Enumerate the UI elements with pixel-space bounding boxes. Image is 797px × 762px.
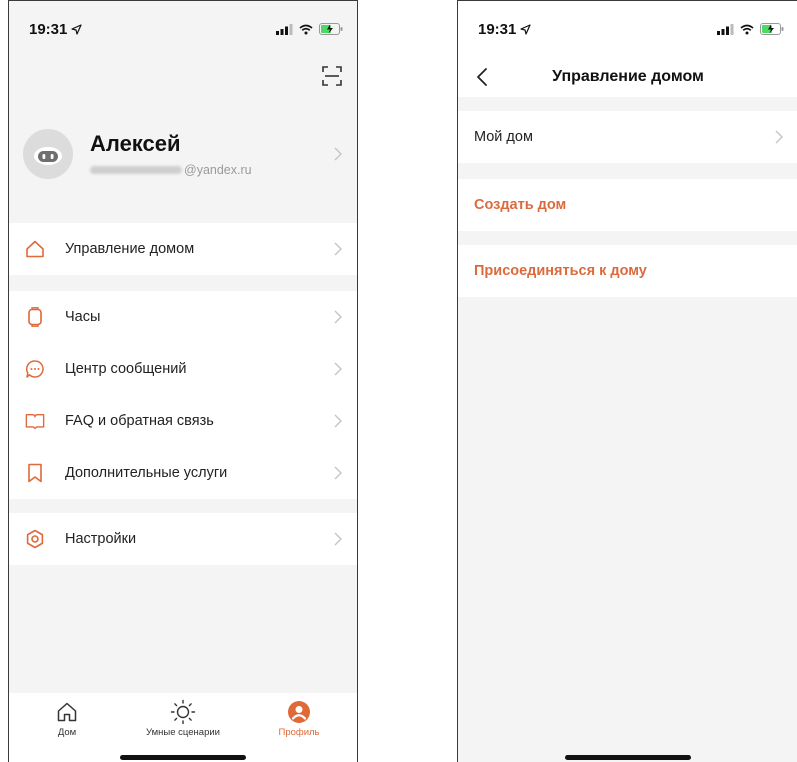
chevron-right-icon (334, 147, 342, 161)
tab-label: Дом (57, 727, 77, 738)
menu-item-watch[interactable]: Часы (9, 291, 357, 343)
menu-item-home-management[interactable]: Управление домом (9, 223, 357, 275)
home-icon (57, 702, 77, 722)
navigation-bar: Управление домом (458, 57, 797, 97)
scan-button[interactable] (321, 65, 343, 87)
profile-screen: 19:31 Алексей @yandex.ru Управление домо… (8, 0, 358, 762)
menu-group-main: Часы Центр сообщений FAQ и обратная связ… (9, 291, 357, 499)
menu-item-faq[interactable]: FAQ и обратная связь (9, 395, 357, 447)
menu-group-home: Управление домом (9, 223, 357, 275)
status-time: 19:31 (478, 20, 517, 38)
location-arrow-icon (71, 23, 82, 35)
join-home-button[interactable]: Присоединяться к дому (458, 245, 797, 297)
page-title: Управление домом (552, 68, 704, 85)
robot-avatar-icon (34, 147, 62, 165)
profile-name: Алексей (90, 131, 181, 156)
create-home-button[interactable]: Создать дом (458, 179, 797, 231)
menu-item-label: Часы (65, 309, 101, 325)
my-home-item[interactable]: Мой дом (458, 111, 797, 163)
item-label: Мой дом (474, 129, 533, 145)
settings-icon (26, 529, 44, 549)
wifi-icon (299, 24, 313, 34)
chevron-right-icon (334, 532, 342, 546)
menu-item-label: Управление домом (65, 241, 195, 257)
book-icon (25, 413, 45, 429)
battery-icon (319, 23, 343, 35)
menu-item-message-center[interactable]: Центр сообщений (9, 343, 357, 395)
tab-profile[interactable]: Профиль (249, 699, 349, 762)
menu-item-label: Центр сообщений (65, 361, 187, 377)
watch-icon (28, 307, 42, 327)
bookmark-icon (28, 463, 42, 483)
tab-label: Профиль (278, 727, 320, 738)
status-bar: 19:31 (458, 1, 797, 57)
back-arrow-icon[interactable] (472, 66, 494, 88)
chevron-right-icon (775, 130, 783, 144)
item-label: Присоединяться к дому (474, 263, 647, 279)
menu-item-settings[interactable]: Настройки (9, 513, 357, 565)
chevron-right-icon (334, 466, 342, 480)
profile-email: @yandex.ru (90, 163, 333, 177)
tab-smart-scenarios[interactable]: Умные сценарии (133, 699, 233, 762)
sun-icon (170, 699, 196, 725)
email-redacted (90, 166, 182, 174)
status-time: 19:31 (29, 20, 68, 38)
item-label: Создать дом (474, 197, 567, 213)
signal-icon (717, 23, 734, 35)
chevron-right-icon (334, 242, 342, 256)
tab-label: Умные сценарии (146, 727, 220, 738)
status-bar: 19:31 (9, 1, 357, 57)
home-icon (26, 240, 44, 258)
location-arrow-icon (520, 23, 531, 35)
chevron-right-icon (334, 310, 342, 324)
signal-icon (276, 23, 293, 35)
chevron-right-icon (334, 414, 342, 428)
email-domain: @yandex.ru (184, 163, 252, 177)
wifi-icon (740, 24, 754, 34)
menu-item-label: FAQ и обратная связь (65, 413, 214, 429)
menu-item-label: Настройки (65, 531, 137, 547)
menu-item-label: Дополнительные услуги (65, 465, 228, 481)
message-icon (25, 360, 44, 378)
tab-home[interactable]: Дом (17, 699, 117, 762)
battery-icon (760, 23, 784, 35)
home-indicator[interactable] (565, 755, 691, 760)
tab-bar: Дом Умные сценарии Профиль (9, 693, 357, 762)
avatar (23, 129, 73, 179)
profile-card[interactable]: Алексей @yandex.ru (9, 119, 357, 189)
chevron-right-icon (334, 362, 342, 376)
home-management-screen: 19:31 Управление домом Мой дом Создать д… (457, 0, 797, 762)
home-indicator[interactable] (120, 755, 246, 760)
menu-group-settings: Настройки (9, 513, 357, 565)
menu-item-extra-services[interactable]: Дополнительные услуги (9, 447, 357, 499)
profile-icon (288, 701, 310, 723)
scan-icon (322, 66, 342, 86)
